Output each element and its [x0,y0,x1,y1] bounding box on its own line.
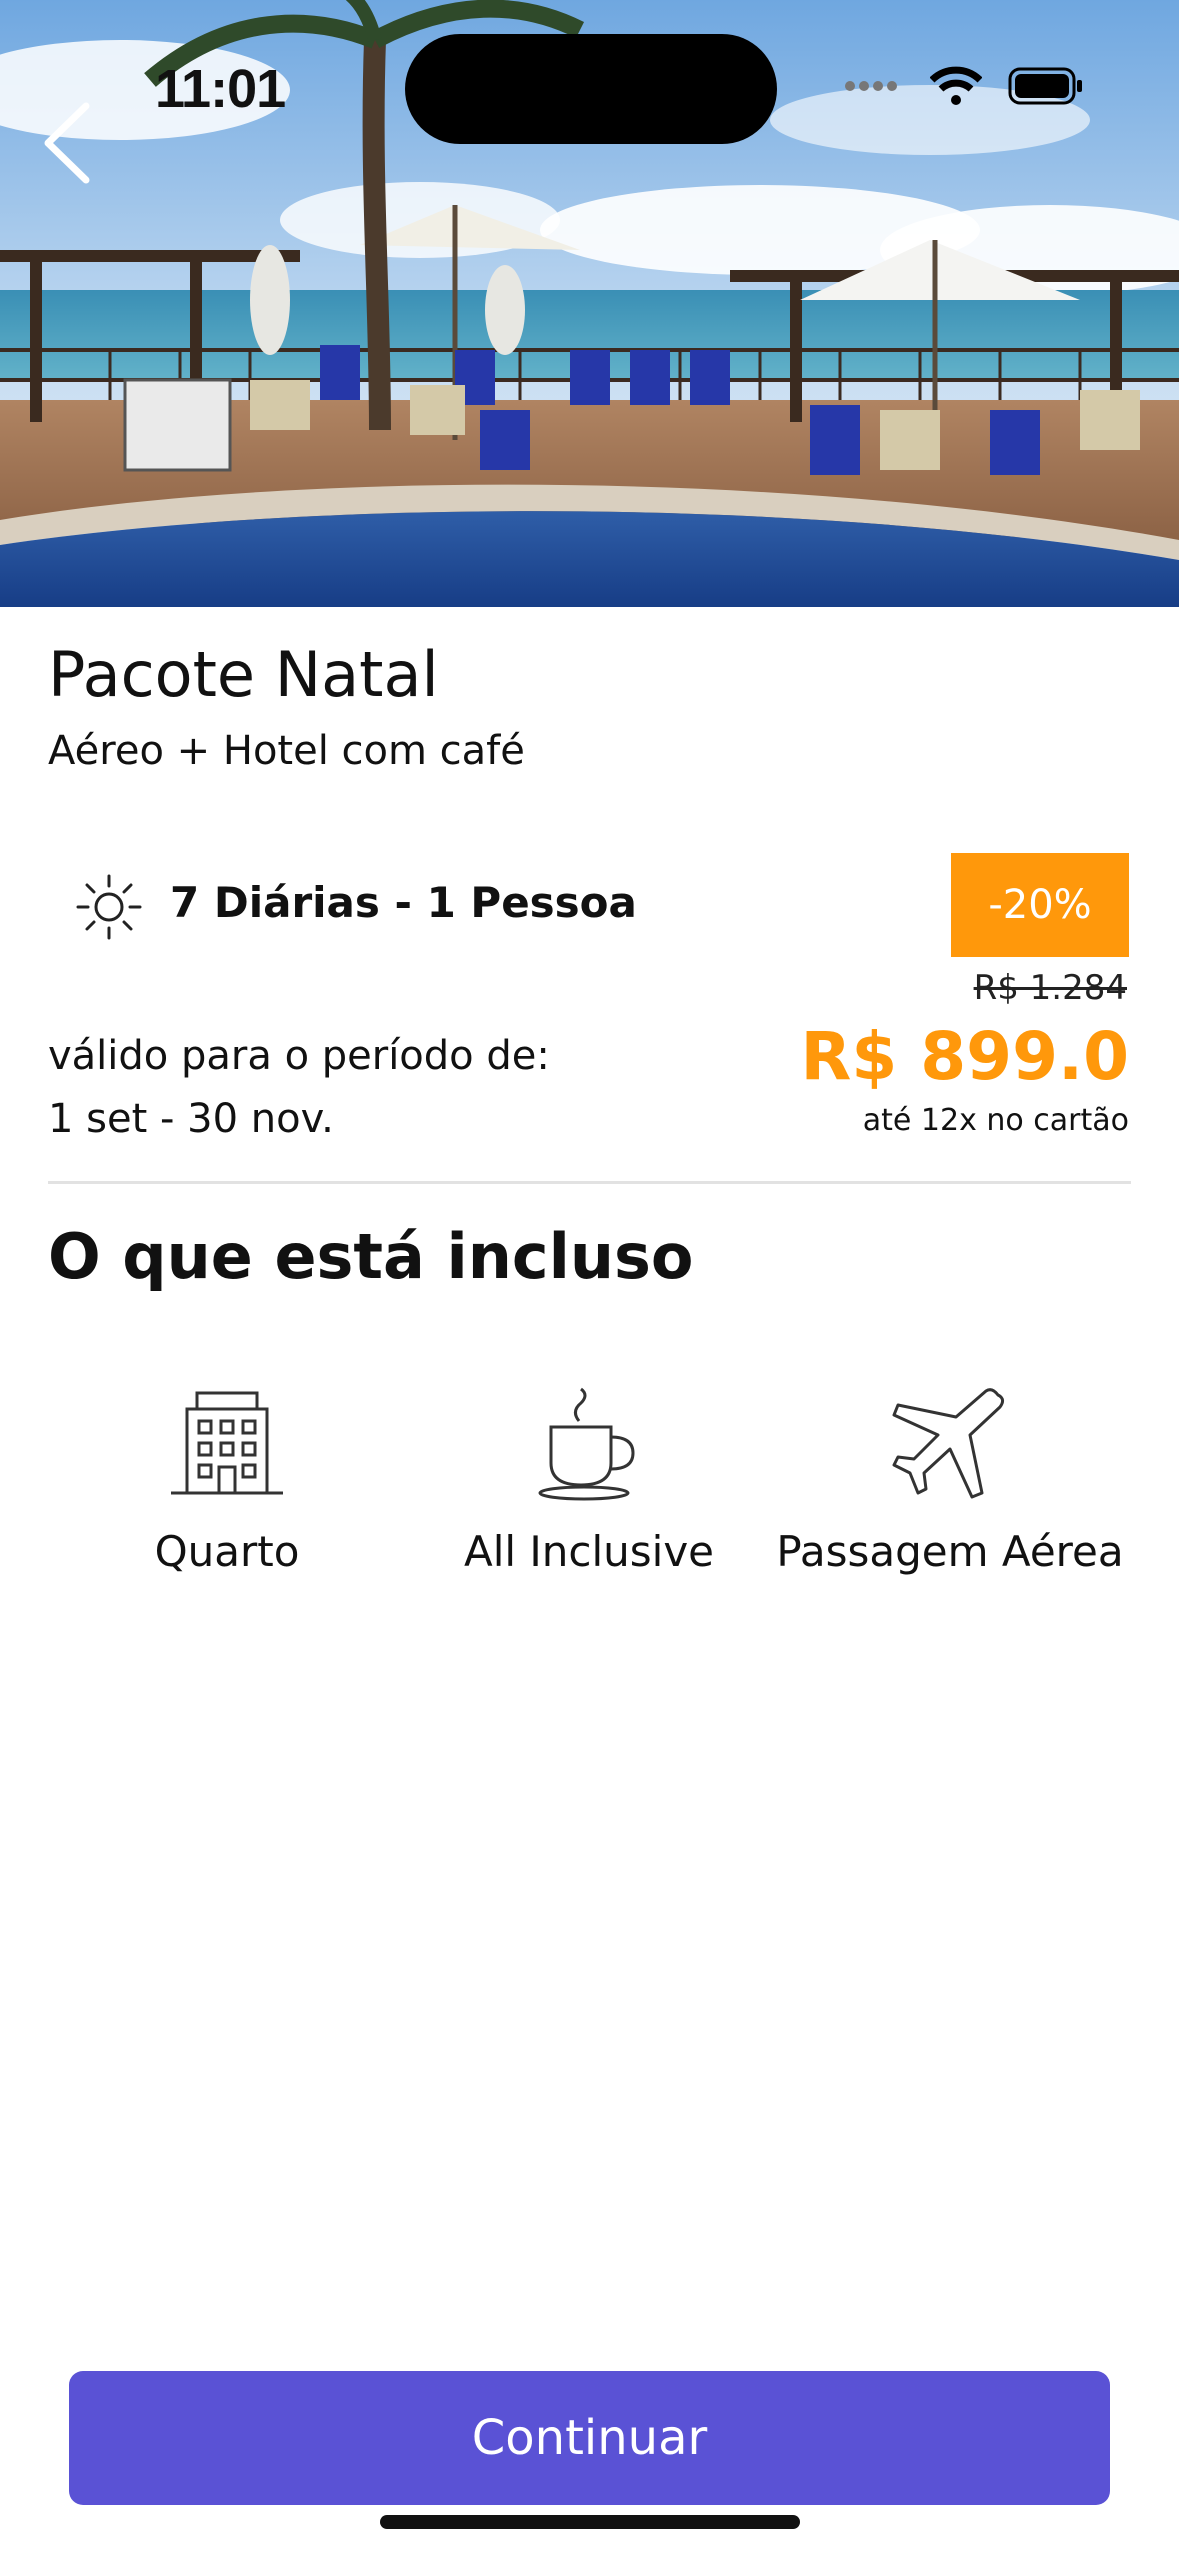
package-title: Pacote Natal [48,638,439,711]
status-icons [844,66,1084,106]
nights-people: 7 Diárias - 1 Pessoa [170,878,637,927]
continue-button[interactable]: Continuar [69,2371,1110,2505]
included-item-label: All Inclusive [463,1527,715,1576]
included-item-room: Quarto [37,1385,417,1576]
included-title: O que está incluso [48,1220,694,1293]
installments-note: até 12x no cartão [862,1103,1129,1138]
included-item-flight: Passagem Aérea [760,1385,1140,1576]
airplane-icon [892,1388,1005,1499]
included-item-all-inclusive: All Inclusive [399,1385,779,1576]
validity-range: 1 set - 30 nov. [48,1096,334,1142]
divider [48,1181,1131,1184]
battery-icon [1008,67,1082,105]
coffee-cup-icon [538,1387,635,1501]
price: R$ 899.0 [800,1018,1130,1095]
chevron-left-icon [44,102,90,184]
package-subtitle: Aéreo + Hotel com café [48,728,525,774]
dynamic-island [405,34,777,144]
validity-label: válido para o período de: [48,1033,550,1079]
old-price: R$ 1.284 [973,968,1127,1008]
signal-icon [845,81,897,91]
included-item-label: Quarto [154,1527,300,1576]
status-time: 11:01 [155,59,286,119]
included-item-label: Passagem Aérea [776,1527,1124,1576]
home-indicator [380,2515,800,2529]
sun-icon [76,874,142,940]
back-button[interactable] [38,100,98,186]
hotel-building-icon [171,1391,283,1495]
discount-badge: -20% [951,853,1129,957]
wifi-icon [930,66,982,105]
